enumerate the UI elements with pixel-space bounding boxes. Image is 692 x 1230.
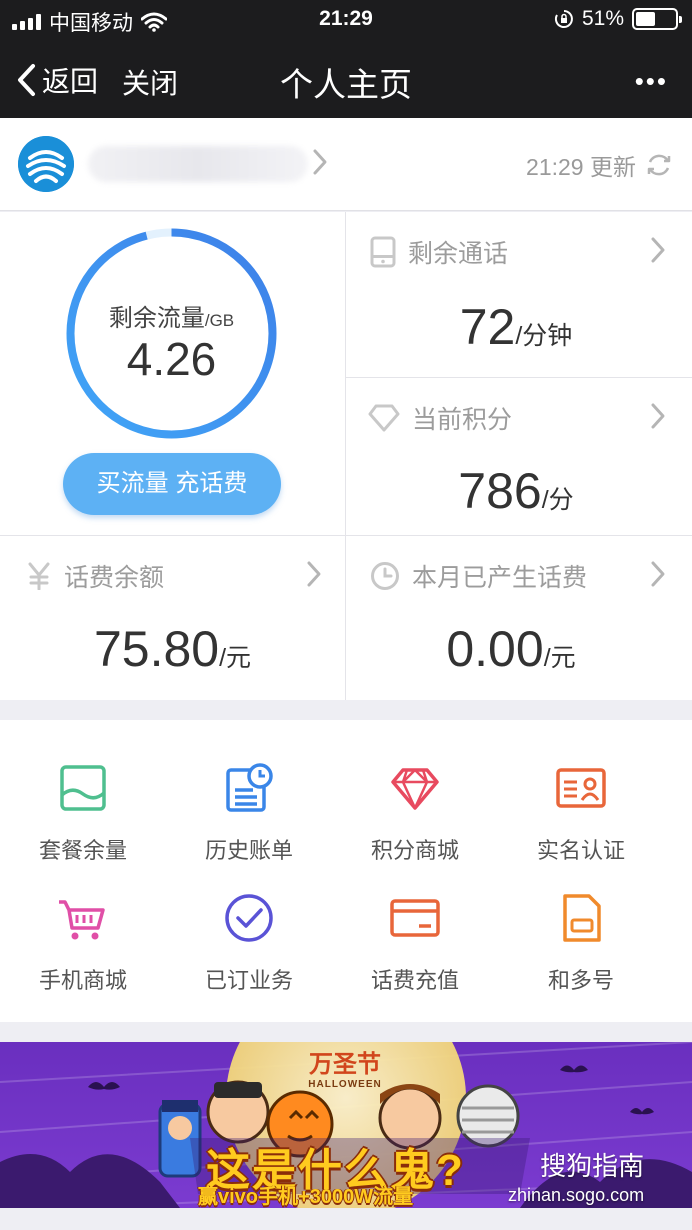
page-title: 个人主页 (280, 66, 412, 103)
points-label: 当前积分 (412, 406, 513, 434)
shopping-cart-icon (59, 900, 105, 940)
status-right: 51% (554, 7, 682, 31)
more-button[interactable]: ••• (635, 66, 668, 97)
service-label: 话费充值 (370, 968, 459, 993)
points-panel[interactable]: 当前积分 786/分 (346, 378, 692, 535)
redacted-phone-number (88, 146, 308, 182)
back-label: 返回 (42, 66, 99, 97)
refresh-icon (647, 154, 671, 176)
service-points-mall[interactable]: 积分商城 (332, 762, 498, 865)
diamond-outline-icon (368, 404, 400, 432)
service-label: 已订业务 (204, 968, 293, 993)
monthly-label: 本月已产生话费 (412, 564, 588, 592)
back-button[interactable]: 返回 (16, 60, 98, 100)
bill-history-icon (226, 763, 273, 812)
calls-label: 剩余通话 (408, 240, 509, 268)
balance-label: 话费余额 (64, 564, 165, 592)
service-label: 套餐余量 (38, 838, 127, 863)
data-value: 4.26 (126, 333, 217, 385)
data-ring-text: 剩余流量/GB 4.26 (64, 226, 279, 441)
package-icon (60, 765, 106, 811)
service-recharge[interactable]: 话费充值 (332, 892, 498, 995)
service-label: 积分商城 (370, 838, 459, 863)
sim-icon (563, 894, 601, 942)
balance-panel[interactable]: 话费余额 75.80/元 (0, 536, 345, 700)
close-button[interactable]: 关闭 (122, 62, 178, 102)
battery-percent: 51% (581, 7, 624, 30)
refresh-button[interactable]: 21:29 更新 (526, 148, 674, 182)
chevron-right-icon (313, 149, 327, 175)
chevron-right-icon (651, 561, 665, 587)
buy-data-recharge-button[interactable]: 买流量 充话费 (63, 453, 281, 515)
service-label: 历史账单 (204, 838, 293, 863)
chevron-right-icon (651, 237, 665, 263)
account-row[interactable]: 21:29 更新 (0, 118, 692, 211)
points-value-row: 786/分 (346, 462, 686, 520)
card-icon (390, 899, 440, 937)
balance-unit: /元 (219, 644, 252, 672)
calls-unit: /分钟 (515, 322, 573, 350)
balance-grid: 剩余流量/GB 4.26 买流量 充话费 剩余通话 72/分钟 当前积分 786… (0, 212, 692, 700)
battery-icon (632, 8, 682, 30)
monthly-charges-panel[interactable]: 本月已产生话费 0.00/元 (346, 536, 692, 700)
monthly-value: 0.00 (446, 621, 544, 677)
clock-icon (371, 562, 399, 590)
banner-subline: 赢vivo手机+3000W流量 (198, 1186, 414, 1208)
banner-festival-en: HALLOWEEN (308, 1079, 382, 1090)
data-usage-panel[interactable]: 剩余流量/GB 4.26 买流量 充话费 (0, 212, 345, 535)
service-subscribed[interactable]: 已订业务 (166, 892, 332, 995)
chevron-left-icon (18, 64, 35, 96)
watermark-title: 搜狗指南 (540, 1151, 645, 1181)
service-hedu-number[interactable]: 和多号 (498, 892, 664, 995)
china-mobile-logo (18, 136, 74, 192)
banner-festival: 万圣节 HALLOWEEN (300, 1044, 390, 1090)
battery-fill (636, 12, 656, 26)
calls-value: 72 (459, 299, 516, 355)
sogou-watermark: 搜狗指南 zhinan.sogo.com (508, 1146, 644, 1206)
service-grid: 套餐余量 历史账单 积分商城 实名认证 手机商城 已订业务 话费充值 和多号 (0, 720, 692, 1022)
calls-value-row: 72/分钟 (346, 298, 686, 356)
rotation-lock-icon (554, 10, 573, 28)
service-label: 和多号 (547, 968, 614, 993)
chevron-right-icon (307, 561, 321, 587)
status-bar: 中国移动 21:29 51% (0, 0, 692, 40)
phone-icon (370, 236, 396, 268)
service-package-balance[interactable]: 套餐余量 (0, 762, 166, 865)
service-label: 手机商城 (38, 968, 127, 993)
yuan-icon (28, 562, 50, 590)
points-unit: /分 (541, 486, 574, 514)
service-bill-history[interactable]: 历史账单 (166, 762, 332, 865)
watermark-url: zhinan.sogo.com (508, 1185, 645, 1205)
data-label: 剩余流量/GB (108, 305, 235, 332)
nav-bar: 返回 关闭 个人主页 ••• (0, 40, 692, 118)
points-value: 786 (458, 463, 542, 519)
diamond-icon (391, 768, 439, 810)
calls-panel[interactable]: 剩余通话 72/分钟 (346, 212, 692, 377)
balance-value-row: 75.80/元 (0, 620, 345, 678)
data-unit: /GB (204, 311, 235, 330)
balance-value: 75.80 (93, 621, 220, 677)
check-circle-icon (225, 894, 273, 942)
service-label: 实名认证 (536, 838, 625, 863)
service-phone-mall[interactable]: 手机商城 (0, 892, 166, 995)
monthly-unit: /元 (543, 644, 576, 672)
service-real-name-auth[interactable]: 实名认证 (498, 762, 664, 865)
update-time: 21:29 更新 (526, 154, 636, 180)
monthly-value-row: 0.00/元 (346, 620, 676, 678)
halloween-banner[interactable]: 万圣节 HALLOWEEN 这是什么鬼? 赢vivo手机+3000W流量 搜狗指… (0, 1042, 692, 1208)
chevron-right-icon (651, 403, 665, 429)
id-card-icon (556, 768, 606, 808)
